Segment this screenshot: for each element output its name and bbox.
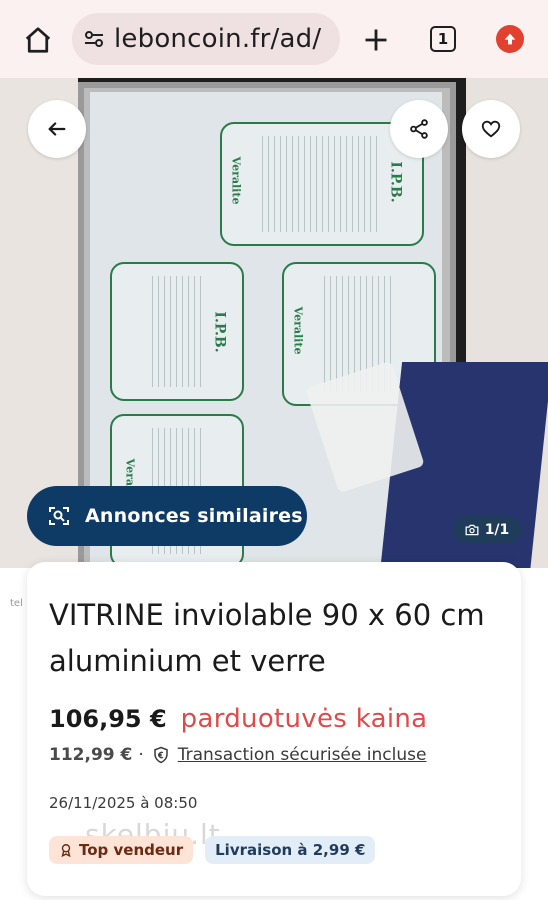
price-row: 106,95 € parduotuvės kaina [49, 704, 427, 734]
home-icon[interactable] [20, 22, 56, 58]
listing-card: VITRINE inviolable 90 x 60 cm aluminium … [27, 562, 521, 896]
tabs-icon[interactable]: 1 [430, 26, 456, 52]
photo-counter: 1/1 [453, 516, 521, 544]
extension-icon[interactable] [496, 25, 524, 53]
listing-title: VITRINE inviolable 90 x 60 cm aluminium … [49, 598, 485, 678]
url-text: leboncoin.fr/ad/ [114, 24, 322, 54]
shipping-badge: Livraison à 2,99 € [205, 836, 376, 864]
badges: Top vendeur Livraison à 2,99 € [49, 836, 387, 864]
secure-transaction-link[interactable]: Transaction sécurisée incluse [178, 745, 427, 765]
plus-icon[interactable] [358, 22, 394, 58]
top-vendor-label: Top vendeur [79, 841, 184, 859]
image-search-icon [49, 507, 69, 525]
back-arrow-icon [48, 122, 66, 136]
sheet-label-product: Veralite [291, 306, 305, 355]
top-vendor-badge: Top vendeur [49, 836, 194, 864]
similar-listings-button[interactable]: Annonces similaires [27, 486, 307, 546]
separator-dot: · [138, 745, 144, 765]
price: 106,95 € [49, 705, 167, 733]
browser-toolbar: leboncoin.fr/ad/ 1 [0, 0, 548, 79]
sheet-label-product: Veralite [229, 156, 243, 205]
medal-icon [61, 844, 71, 857]
price-note: parduotuvės kaina [180, 704, 428, 734]
side-stub: tel [10, 598, 23, 609]
address-bar[interactable]: leboncoin.fr/ad/ [72, 13, 340, 65]
back-button[interactable] [28, 100, 86, 158]
listing-photo[interactable]: I.P.B. Veralite I.P.B. Veralite Veralite [0, 78, 548, 568]
tab-count: 1 [437, 30, 449, 48]
heart-icon [481, 120, 501, 138]
favorite-button[interactable] [462, 100, 520, 158]
sheet-label-brand: I.P.B. [387, 161, 404, 203]
camera-icon [465, 524, 479, 536]
similar-listings-label: Annonces similaires [85, 505, 303, 527]
total-price: 112,99 € [49, 745, 133, 765]
price-details: 112,99 € · Transaction sécurisée incluse [49, 745, 426, 765]
shipping-label: Livraison à 2,99 € [215, 841, 366, 859]
share-button[interactable] [390, 100, 448, 158]
sheet-label-brand: I.P.B. [211, 311, 228, 353]
photo-counter-text: 1/1 [484, 522, 510, 538]
sheet-label: I.P.B. [110, 262, 244, 401]
share-icon [410, 119, 428, 139]
shield-icon [154, 746, 168, 764]
tune-icon[interactable] [82, 27, 106, 51]
listing-date: 26/11/2025 à 08:50 [49, 794, 198, 812]
